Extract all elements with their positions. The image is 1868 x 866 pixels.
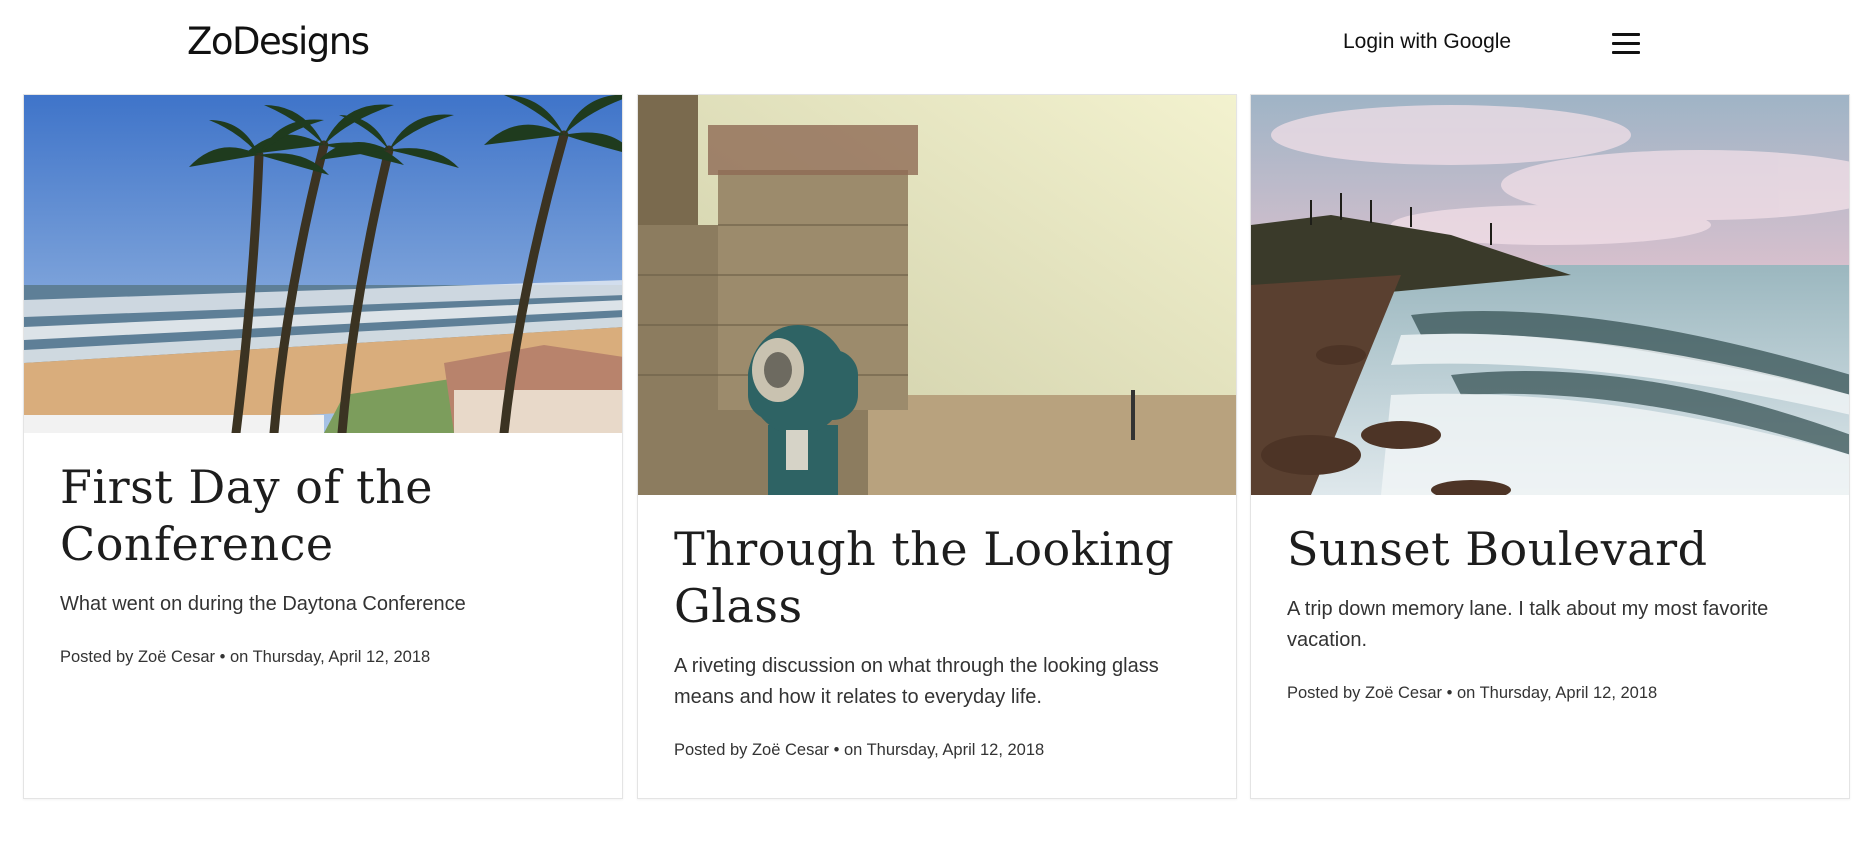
post-card-first-day[interactable]: First Day of the Conference What went on… xyxy=(23,94,623,799)
login-with-google-button[interactable]: Login with Google xyxy=(1343,30,1511,54)
post-meta: Posted by Zoë Cesar • on Thursday, April… xyxy=(1287,684,1658,702)
site-header: ZoDesigns Login with Google xyxy=(0,0,1868,90)
post-card-sunset-boulevard[interactable]: Sunset Boulevard A trip down memory lane… xyxy=(1250,94,1850,799)
post-grid: First Day of the Conference What went on… xyxy=(23,94,1850,799)
post-meta: Posted by Zoë Cesar • on Thursday, April… xyxy=(674,741,1045,759)
post-description: A trip down memory lane. I talk about my… xyxy=(1287,598,1769,651)
lighthouse-binocular-viewer-photo xyxy=(638,95,1236,495)
post-meta: Posted by Zoë Cesar • on Thursday, April… xyxy=(60,648,431,666)
site-logo[interactable]: ZoDesigns xyxy=(187,20,370,63)
post-title[interactable]: First Day of the Conference xyxy=(60,459,586,573)
post-card-looking-glass[interactable]: Through the Looking Glass A riveting dis… xyxy=(637,94,1237,799)
hamburger-menu-icon[interactable] xyxy=(1612,33,1640,55)
post-title[interactable]: Through the Looking Glass xyxy=(674,521,1200,635)
beach-palm-trees-photo xyxy=(24,95,622,433)
coastal-waves-sunset-photo xyxy=(1251,95,1849,495)
post-description: What went on during the Daytona Conferen… xyxy=(60,593,466,615)
post-description: A riveting discussion on what through th… xyxy=(674,655,1159,708)
post-title[interactable]: Sunset Boulevard xyxy=(1287,521,1813,578)
